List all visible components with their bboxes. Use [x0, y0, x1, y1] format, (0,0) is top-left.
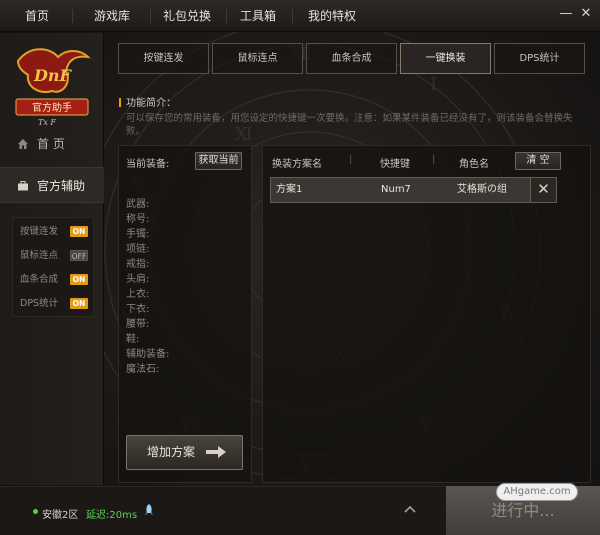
mouse-click-toggle[interactable]: OFF [70, 250, 88, 261]
slot-support-equipment: 辅助装备: [126, 349, 170, 360]
latency-readout: 延迟:20ms [86, 510, 138, 521]
server-name[interactable]: 安徽2区 [42, 506, 78, 521]
minimize-button[interactable]: — [556, 4, 576, 24]
nav-divider [292, 9, 293, 23]
sidebar: DnF 官方助手 Tx F 首 页 官方辅助 按键连发 ON 鼠标连点 OFF … [0, 33, 104, 485]
fetch-current-button[interactable]: 获取当前 [195, 152, 242, 170]
slot-title: 称号: [126, 214, 150, 225]
nav-gift-redeem[interactable]: 礼包兑换 [157, 0, 217, 32]
delete-row-icon[interactable]: ✕ [530, 178, 556, 202]
slot-shoulder: 头肩: [126, 274, 150, 285]
tab-one-key-swap[interactable]: 一键换装 [400, 43, 491, 74]
logo-text: 官方助手 [32, 101, 72, 114]
intro-title: 功能简介： [126, 98, 176, 109]
column-plan-name: 换装方案名 [272, 159, 322, 170]
home-icon [17, 126, 29, 164]
feature-label: 血条合成 [20, 274, 59, 285]
intro-heading: 功能简介： [119, 94, 176, 109]
column-divider: | [432, 154, 436, 165]
feature-row-mouse-click: 鼠标连点 OFF [20, 248, 92, 264]
nav-my-privileges[interactable]: 我的特权 [302, 0, 362, 32]
feature-row-key-repeat: 按键连发 ON [20, 224, 92, 240]
nav-home[interactable]: 首页 [14, 0, 60, 32]
slot-belt: 腰带: [126, 319, 150, 330]
tab-dps-stats[interactable]: DPS统计 [494, 43, 585, 74]
sidebar-item-label: 官方辅助 [37, 179, 86, 193]
briefcase-icon [17, 168, 29, 206]
feature-label: 按键连发 [20, 226, 59, 237]
svg-text:Ⅰ: Ⅰ [430, 74, 437, 95]
column-divider: | [349, 154, 353, 165]
dps-toggle[interactable]: ON [70, 298, 88, 309]
tab-key-repeat[interactable]: 按键连发 [118, 43, 209, 74]
slot-bracelet: 手镯: [126, 229, 150, 240]
column-role-name: 角色名 [459, 159, 489, 170]
arrow-right-icon [205, 445, 227, 459]
accent-bar [119, 98, 121, 107]
feature-row-dps: DPS统计 ON [20, 296, 92, 312]
rocket-icon[interactable] [142, 503, 156, 517]
tab-hp-bar[interactable]: 血条合成 [306, 43, 397, 74]
slot-necklace: 项链: [126, 244, 150, 255]
table-row[interactable]: 方案1 Num7 艾格斯の组 ✕ [270, 177, 557, 203]
hotkey-cell: Num7 [381, 184, 411, 195]
intro-description: 可以保存您的常用装备，用您设定的快捷键一次要换。注意：如果某件装备已经没有了，则… [126, 113, 573, 137]
add-plan-label: 增加方案 [147, 445, 196, 459]
slot-top: 上衣: [126, 289, 150, 300]
clear-button[interactable]: 清 空 [515, 152, 561, 170]
tab-mouse-click[interactable]: 鼠标连点 [212, 43, 303, 74]
watermark: AHgame.com [496, 483, 578, 501]
feature-label: 鼠标连点 [20, 250, 59, 261]
hp-bar-toggle[interactable]: ON [70, 274, 88, 285]
nav-divider [226, 9, 227, 23]
top-nav-bar: 首页 游戏库 礼包兑换 工具箱 我的特权 — ✕ [0, 0, 600, 32]
close-button[interactable]: ✕ [576, 4, 596, 24]
slot-magic-stone: 魔法石: [126, 364, 160, 375]
online-status-dot [33, 509, 38, 514]
slot-bottom: 下衣: [126, 304, 150, 315]
slot-ring: 戒指: [126, 259, 150, 270]
sidebar-item-official-helper[interactable]: 官方辅助 [0, 167, 104, 203]
add-plan-button[interactable]: 增加方案 [126, 435, 243, 470]
feature-row-hp-bar: 血条合成 ON [20, 272, 92, 288]
current-equipment-label: 当前装备: [126, 159, 170, 170]
slot-shoes: 鞋: [126, 334, 140, 345]
feature-toggle-list: 按键连发 ON 鼠标连点 OFF 血条合成 ON DPS统计 ON [12, 217, 94, 317]
role-name-cell: 艾格斯の组 [457, 184, 507, 195]
nav-divider [72, 9, 73, 23]
nav-toolbox[interactable]: 工具箱 [234, 0, 282, 32]
column-hotkey: 快捷键 [380, 159, 410, 170]
nav-game-library[interactable]: 游戏库 [86, 0, 138, 32]
sidebar-item-label: 首 页 [37, 137, 65, 151]
nav-divider [150, 9, 151, 23]
svg-text:DnF: DnF [33, 66, 73, 85]
sidebar-item-home[interactable]: 首 页 [0, 126, 104, 162]
chevron-up-icon[interactable] [403, 503, 417, 515]
app-logo: DnF 官方助手 Tx F [10, 43, 94, 128]
plan-name-cell: 方案1 [276, 184, 303, 195]
feature-label: DPS统计 [20, 298, 59, 309]
key-repeat-toggle[interactable]: ON [70, 226, 88, 237]
slot-weapon: 武器: [126, 199, 150, 210]
